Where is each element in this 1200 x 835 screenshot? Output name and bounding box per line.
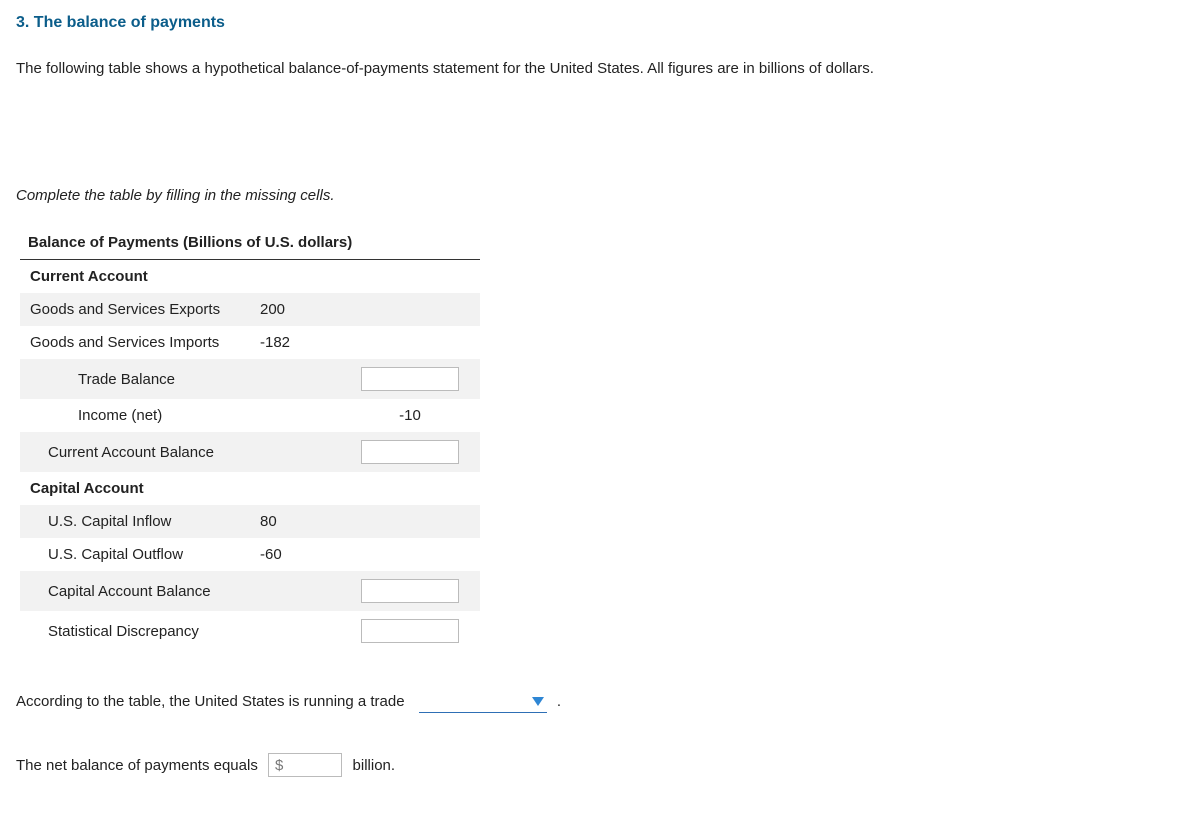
table-header: Balance of Payments (Billions of U.S. do… <box>20 228 480 260</box>
q2-suffix: billion. <box>353 757 396 774</box>
goods-imports-value: -182 <box>250 326 340 359</box>
current-account-balance-label: Current Account Balance <box>20 432 250 472</box>
balance-of-payments-table: Balance of Payments (Billions of U.S. do… <box>20 228 480 651</box>
statistical-discrepancy-label: Statistical Discrepancy <box>20 611 250 651</box>
question-2-line: The net balance of payments equals $ bil… <box>16 753 1184 777</box>
goods-exports-label: Goods and Services Exports <box>20 293 250 326</box>
question-1-line: According to the table, the United State… <box>16 693 1184 713</box>
q1-period: . <box>557 693 561 710</box>
dollar-sign-icon: $ <box>275 757 283 774</box>
capital-account-balance-input[interactable] <box>361 579 459 603</box>
trade-balance-input[interactable] <box>361 367 459 391</box>
capital-account-balance-label: Capital Account Balance <box>20 571 250 611</box>
capital-inflow-label: U.S. Capital Inflow <box>20 505 250 538</box>
chevron-down-icon <box>531 695 545 707</box>
statistical-discrepancy-input[interactable] <box>361 619 459 643</box>
intro-text: The following table shows a hypothetical… <box>16 60 1184 77</box>
goods-imports-label: Goods and Services Imports <box>20 326 250 359</box>
current-account-balance-input[interactable] <box>361 440 459 464</box>
trade-balance-label: Trade Balance <box>20 359 250 399</box>
q1-prefix: According to the table, the United State… <box>16 693 405 710</box>
capital-outflow-label: U.S. Capital Outflow <box>20 538 250 571</box>
income-net-label: Income (net) <box>20 399 250 432</box>
q2-prefix: The net balance of payments equals <box>16 757 258 774</box>
net-balance-input[interactable] <box>287 756 335 774</box>
question-title: 3. The balance of payments <box>16 14 1184 32</box>
net-balance-input-wrapper[interactable]: $ <box>268 753 342 777</box>
capital-outflow-value: -60 <box>250 538 340 571</box>
capital-inflow-value: 80 <box>250 505 340 538</box>
trade-direction-dropdown[interactable] <box>419 693 547 713</box>
current-account-heading: Current Account <box>20 260 250 294</box>
goods-exports-value: 200 <box>250 293 340 326</box>
capital-account-heading: Capital Account <box>20 472 250 505</box>
income-net-value: -10 <box>340 399 480 432</box>
instruction-text: Complete the table by filling in the mis… <box>16 187 1184 204</box>
